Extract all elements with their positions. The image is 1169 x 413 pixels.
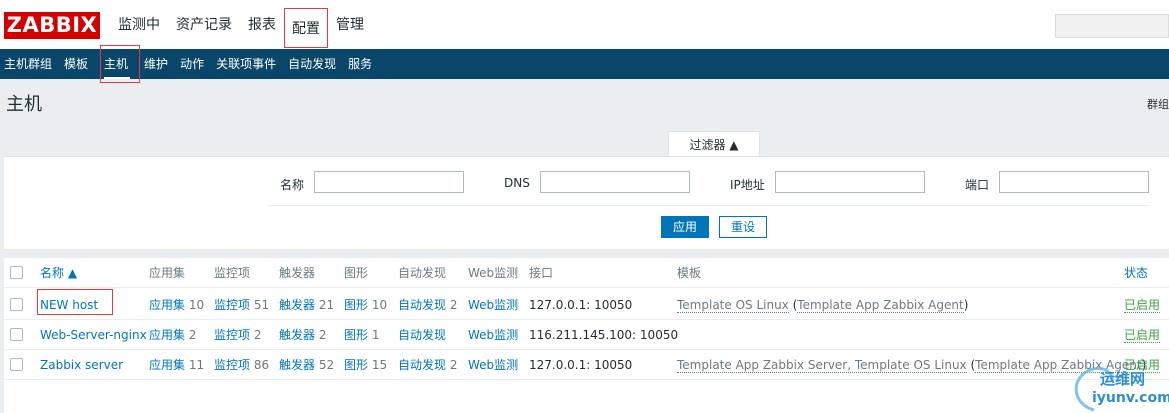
row-checkbox[interactable] [10,358,23,371]
table-row: Zabbix server 应用集 11 监控项 86 触发器 52 图形 15… [4,350,1169,380]
status-enabled[interactable]: 已启用 [1124,328,1161,343]
items-link[interactable]: 监控项 [214,328,250,342]
host-name-link[interactable]: NEW host [40,298,98,312]
applications-count: 11 [188,358,205,372]
items-link[interactable]: 监控项 [214,298,250,312]
discovery-count: 2 [449,298,458,312]
group-filter-label: 群组 [1147,98,1169,111]
items-count: 2 [253,328,262,342]
filter-dns-input[interactable] [540,171,690,193]
applications-count: 2 [188,328,197,342]
header-triggers: 触发器 [279,266,316,280]
graphs-link[interactable]: 图形 [344,358,368,372]
header-graphs: 图形 [344,266,369,280]
host-name-link[interactable]: Web-Server-nginx [40,328,147,342]
graphs-link[interactable]: 图形 [344,298,368,312]
sub-nav-actions[interactable]: 动作 [176,49,212,79]
row-checkbox[interactable] [10,328,23,341]
discovery-link[interactable]: 自动发现 [398,298,446,312]
web-link[interactable]: Web监测 [468,358,518,372]
items-count: 86 [253,358,270,372]
filter-port-input[interactable] [999,171,1149,193]
header-web: Web监测 [468,266,519,280]
header-discovery: 自动发现 [398,266,447,280]
sub-nav-discovery[interactable]: 自动发现 [284,49,344,79]
filter-panel: 名称 DNS IP地址 端口 应用 重设 [4,156,1169,249]
top-nav-configuration[interactable]: 配置 [284,8,328,48]
header-applications: 应用集 [149,266,186,280]
filter-dns-label: DNS [504,176,530,190]
top-nav: 监测中 资产记录 报表 配置 管理 [110,0,372,49]
graphs-count: 15 [371,358,388,372]
select-all-checkbox[interactable] [10,266,23,279]
top-bar: ZABBIX 监测中 资产记录 报表 配置 管理 [0,0,1169,49]
filter-divider [268,205,1150,206]
triggers-count: 52 [318,358,335,372]
reset-button[interactable]: 重设 [719,216,767,238]
graphs-count: 10 [371,298,388,312]
items-link[interactable]: 监控项 [214,358,250,372]
apply-button[interactable]: 应用 [661,216,709,238]
header-interface: 接口 [529,266,554,280]
interface-address: 116.211.145.100: 10050 [529,328,679,342]
header-status[interactable]: 状态 [1124,258,1148,288]
interface-address: 127.0.0.1: 10050 [529,358,633,372]
filter-name-input[interactable] [314,171,464,193]
top-nav-reports[interactable]: 报表 [240,0,284,49]
status-enabled[interactable]: 已启用 [1124,298,1161,313]
table-header-row: 名称 ▲ 应用集 监控项 触发器 图形 自动发现 Web监测 接口 模板 状态 [4,258,1169,288]
discovery-link[interactable]: 自动发现 [398,328,446,342]
header-templates: 模板 [677,266,702,280]
items-count: 51 [253,298,270,312]
triggers-link[interactable]: 触发器 [279,358,315,372]
hosts-table: 名称 ▲ 应用集 监控项 触发器 图形 自动发现 Web监测 接口 模板 状态 … [4,258,1169,413]
sub-nav-templates[interactable]: 模板 [60,49,96,79]
applications-count: 10 [188,298,205,312]
sub-nav-event-correlation[interactable]: 关联项事件 [212,49,284,79]
filter-name-label: 名称 [280,178,305,192]
header-items: 监控项 [214,266,251,280]
filter-port-label: 端口 [965,178,990,192]
top-nav-inventory[interactable]: 资产记录 [168,0,240,49]
applications-link[interactable]: 应用集 [149,358,185,372]
host-name-link[interactable]: Zabbix server [40,358,123,372]
watermark-url: iyunv.com [1092,390,1169,406]
filter-ip-label: IP地址 [730,178,765,192]
sub-nav-host-groups[interactable]: 主机群组 [0,49,60,79]
triggers-count: 2 [318,328,327,342]
graphs-link[interactable]: 图形 [344,328,368,342]
triggers-link[interactable]: 触发器 [279,328,315,342]
table-row: Web-Server-nginx 应用集 2 监控项 2 触发器 2 图形 1 … [4,320,1169,350]
filter-ip-input[interactable] [775,171,925,193]
filter-toggle-tab[interactable]: 过滤器 ▲ [668,131,760,157]
sub-nav-maintenance[interactable]: 维护 [140,49,176,79]
row-checkbox[interactable] [10,298,23,311]
search-input[interactable] [1055,14,1169,38]
watermark-text: 运维网 [1100,370,1146,388]
header-name[interactable]: 名称 ▲ [40,258,77,288]
interface-address: 127.0.0.1: 10050 [529,298,633,312]
applications-link[interactable]: 应用集 [149,298,185,312]
web-link[interactable]: Web监测 [468,328,518,342]
web-link[interactable]: Web监测 [468,298,518,312]
applications-link[interactable]: 应用集 [149,328,185,342]
graphs-count: 1 [371,328,380,342]
page-title: 主机 [6,94,42,115]
sub-nav-services[interactable]: 服务 [344,49,380,79]
top-nav-administration[interactable]: 管理 [328,0,372,49]
table-row: NEW host 应用集 10 监控项 51 触发器 21 图形 10 自动发现… [4,290,1169,320]
template-link[interactable]: Template App Zabbix Server, Template OS … [677,358,967,373]
discovery-link[interactable]: 自动发现 [398,358,446,372]
zabbix-logo[interactable]: ZABBIX [4,12,100,39]
triggers-link[interactable]: 触发器 [279,298,315,312]
sub-nav-hosts[interactable]: 主机 [100,45,141,83]
discovery-count: 2 [449,358,458,372]
template-parent-link[interactable]: Template App Zabbix Agent [797,298,964,313]
sub-nav: 主机群组 模板 主机 维护 动作 关联项事件 自动发现 服务 [0,45,1169,83]
triggers-count: 21 [318,298,335,312]
template-link[interactable]: Template OS Linux [677,298,789,313]
top-nav-monitoring[interactable]: 监测中 [110,0,168,49]
